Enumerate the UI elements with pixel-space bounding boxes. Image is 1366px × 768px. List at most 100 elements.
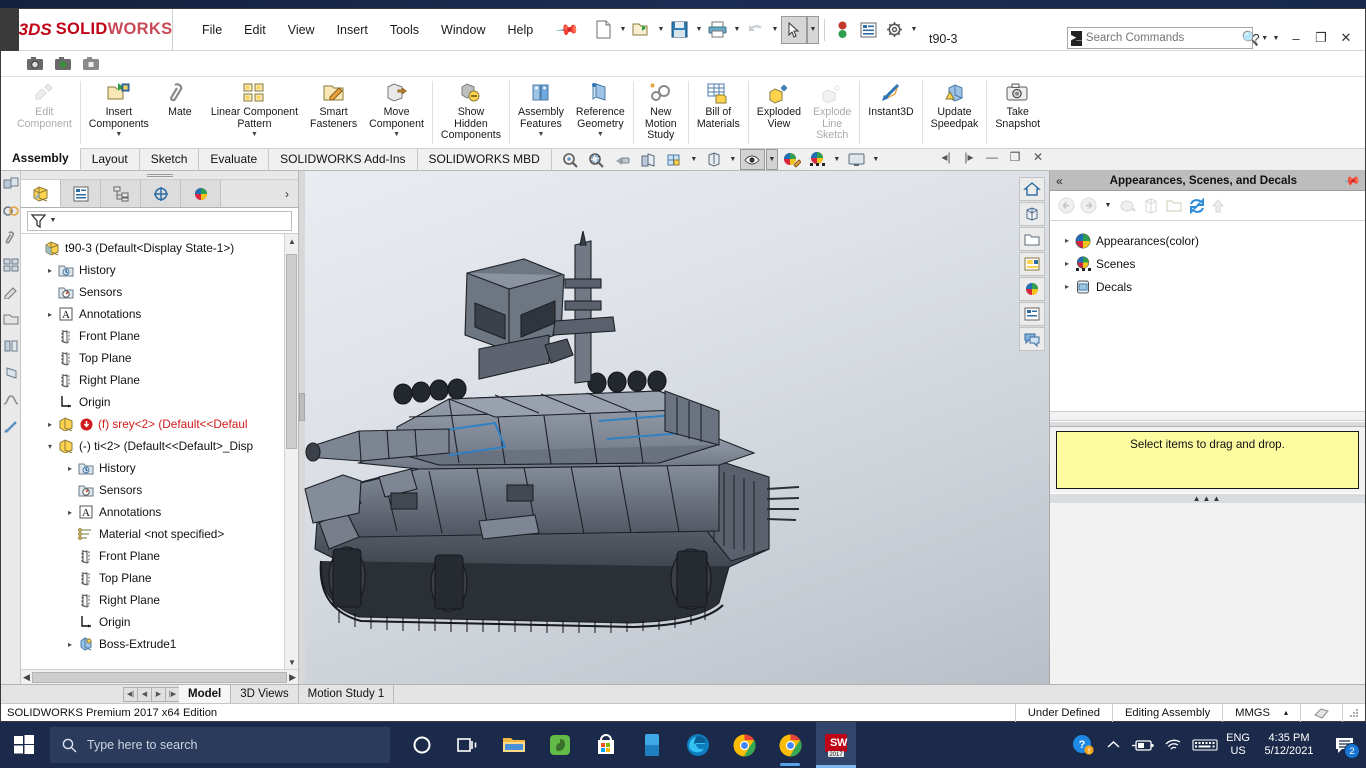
status-units-caret[interactable]: ▴ bbox=[1284, 708, 1288, 717]
assembly-tools-icon[interactable] bbox=[2, 175, 20, 193]
ribbon-edit-component[interactable]: Edit Component bbox=[11, 77, 78, 148]
tab-sketch[interactable]: Sketch bbox=[139, 149, 200, 170]
scroll-down-arrow[interactable]: ▼ bbox=[285, 655, 298, 669]
tree-row-child-history[interactable]: ▸ History bbox=[21, 457, 298, 479]
select-tool-button[interactable] bbox=[780, 15, 807, 44]
feature-tree-hscrollbar[interactable]: ◀ ▶ bbox=[21, 669, 298, 684]
display-style-icon[interactable] bbox=[701, 149, 726, 170]
tree-twisty[interactable]: ▸ bbox=[43, 420, 57, 429]
menu-help[interactable]: Help bbox=[497, 19, 545, 41]
ribbon-caret[interactable]: ▼ bbox=[251, 131, 258, 138]
battery-icon[interactable] bbox=[1132, 739, 1154, 752]
minimize-button[interactable]: – bbox=[1285, 27, 1307, 49]
paperclip-icon[interactable] bbox=[2, 229, 20, 247]
filter-caret[interactable]: ▼ bbox=[47, 217, 59, 224]
view-orientation-icon[interactable] bbox=[662, 149, 687, 170]
ribbon-show-hidden-components[interactable]: Show Hidden Components bbox=[435, 77, 507, 148]
refresh-button[interactable] bbox=[1188, 197, 1206, 214]
tree-row-child-sensors[interactable]: Sensors bbox=[21, 479, 298, 501]
close-button[interactable]: ✕ bbox=[1335, 27, 1357, 49]
tab-prev-button[interactable]: ◀ bbox=[137, 686, 152, 702]
tree-twisty[interactable]: ▸ bbox=[63, 508, 77, 517]
tank-model-3d[interactable] bbox=[299, 231, 1039, 684]
save-caret[interactable]: ▼ bbox=[693, 26, 705, 33]
menu-view[interactable]: View bbox=[277, 19, 326, 41]
language-indicator[interactable]: ENG US bbox=[1226, 732, 1250, 758]
tab-solidworks-mbd[interactable]: SOLIDWORKS MBD bbox=[417, 149, 552, 170]
chevron-double-left-icon[interactable]: « bbox=[1056, 174, 1063, 188]
ribbon-exploded-view[interactable]: Exploded View bbox=[751, 77, 807, 148]
hscroll-left-arrow[interactable]: ◀ bbox=[23, 672, 30, 683]
view-home-icon[interactable] bbox=[1019, 177, 1045, 201]
feature-filter-input[interactable]: ▼ bbox=[27, 210, 292, 231]
view-settings-icon[interactable] bbox=[844, 149, 869, 170]
record-video-icon[interactable] bbox=[51, 53, 75, 75]
feature-manager-splitter[interactable] bbox=[21, 171, 298, 180]
menu-file[interactable]: File bbox=[191, 19, 233, 41]
undo-button[interactable] bbox=[743, 15, 769, 45]
tree-twisty[interactable]: ▾ bbox=[43, 442, 57, 451]
undo-caret[interactable]: ▼ bbox=[769, 26, 781, 33]
scroll-thumb[interactable] bbox=[286, 254, 297, 449]
feature-tree-scrollbar[interactable]: ▲ ▼ bbox=[284, 234, 298, 669]
ribbon-take-snapshot[interactable]: Take Snapshot bbox=[989, 77, 1046, 148]
tree-row-child-annotations[interactable]: ▸ A Annotations bbox=[21, 501, 298, 523]
wifi-icon[interactable] bbox=[1162, 738, 1184, 752]
task-pane-row-decals[interactable]: ▸ Decals bbox=[1050, 275, 1365, 298]
microsoft-store-icon[interactable] bbox=[586, 722, 626, 768]
zoom-to-fit-icon[interactable] bbox=[558, 149, 583, 170]
appearances-icon[interactable] bbox=[1019, 277, 1045, 301]
open-document-button[interactable] bbox=[629, 15, 655, 45]
stop-record-icon[interactable] bbox=[79, 53, 103, 75]
apply-scene-caret[interactable]: ▼ bbox=[831, 156, 843, 163]
ribbon-bill-of-materials[interactable]: Bill of Materials bbox=[691, 77, 746, 148]
menu-tools[interactable]: Tools bbox=[379, 19, 430, 41]
notification-center-button[interactable]: 2 bbox=[1328, 722, 1362, 768]
print-button[interactable] bbox=[705, 15, 731, 45]
tab-solidworks-addins[interactable]: SOLIDWORKS Add-Ins bbox=[269, 149, 418, 170]
tree-twisty[interactable]: ▸ bbox=[1060, 236, 1074, 245]
ribbon-caret[interactable]: ▼ bbox=[393, 131, 400, 138]
feature-tree-tab[interactable] bbox=[21, 180, 61, 207]
microsoft-edge-icon[interactable] bbox=[678, 722, 718, 768]
google-chrome-canary-icon[interactable] bbox=[770, 722, 810, 768]
tree-row-history[interactable]: ▸ History bbox=[21, 259, 298, 281]
menu-window[interactable]: Window bbox=[430, 19, 496, 41]
pin-icon[interactable]: 📌 bbox=[555, 17, 581, 42]
history-dropdown-caret[interactable]: ▼ bbox=[1102, 202, 1114, 209]
task-pane-resize-handle[interactable]: ▲▲▲ bbox=[1050, 492, 1365, 503]
ribbon-caret[interactable]: ▼ bbox=[115, 131, 122, 138]
help-caret[interactable]: ▼ bbox=[1270, 35, 1282, 42]
tree-twisty[interactable]: ▸ bbox=[63, 464, 77, 473]
phone-link-icon[interactable] bbox=[632, 722, 672, 768]
configuration-manager-tab[interactable] bbox=[101, 180, 141, 207]
save-button[interactable] bbox=[667, 15, 693, 45]
doc-prev-button[interactable]: ◂| bbox=[937, 150, 955, 164]
tree-row-right-plane[interactable]: Right Plane bbox=[21, 369, 298, 391]
ribbon-instant3d[interactable]: Instant3D bbox=[862, 77, 919, 148]
sketch-tools-icon[interactable] bbox=[2, 283, 20, 301]
tree-row-sensors[interactable]: Sensors bbox=[21, 281, 298, 303]
drag-drop-area[interactable]: Select items to drag and drop. bbox=[1056, 430, 1359, 489]
tree-row-origin[interactable]: Origin bbox=[21, 391, 298, 413]
custom-properties-icon[interactable] bbox=[1019, 302, 1045, 326]
tree-row-child-right-plane[interactable]: Right Plane bbox=[21, 589, 298, 611]
tree-row-boss-extrude1[interactable]: ▸ Boss-Extrude1 bbox=[21, 633, 298, 655]
doc-tab-model[interactable]: Model bbox=[179, 685, 232, 703]
reference-geometry-rail-icon[interactable] bbox=[2, 364, 20, 382]
ribbon-update-speedpak[interactable]: Update Speedpak bbox=[925, 77, 985, 148]
zoom-to-area-icon[interactable] bbox=[584, 149, 609, 170]
start-button[interactable] bbox=[0, 722, 48, 768]
pin-icon[interactable]: 📌 bbox=[1341, 170, 1361, 190]
previous-view-icon[interactable] bbox=[610, 149, 635, 170]
hide-show-items-icon[interactable] bbox=[739, 149, 765, 170]
tree-twisty[interactable]: ▸ bbox=[43, 310, 57, 319]
options-gear-button[interactable] bbox=[882, 15, 908, 45]
tree-row-srey-component[interactable]: ▸ (f) srey<2> (Default<<Defaul bbox=[21, 413, 298, 435]
dimxpert-manager-tab[interactable] bbox=[141, 180, 181, 207]
tree-row-child-front-plane[interactable]: Front Plane bbox=[21, 545, 298, 567]
tree-twisty[interactable]: ▸ bbox=[1060, 282, 1074, 291]
doc-tab-motion-study[interactable]: Motion Study 1 bbox=[299, 685, 395, 703]
tree-row-ti-component[interactable]: ▾ (-) ti<2> (Default<<Default>_Disp bbox=[21, 435, 298, 457]
hscroll-right-arrow[interactable]: ▶ bbox=[289, 672, 296, 683]
